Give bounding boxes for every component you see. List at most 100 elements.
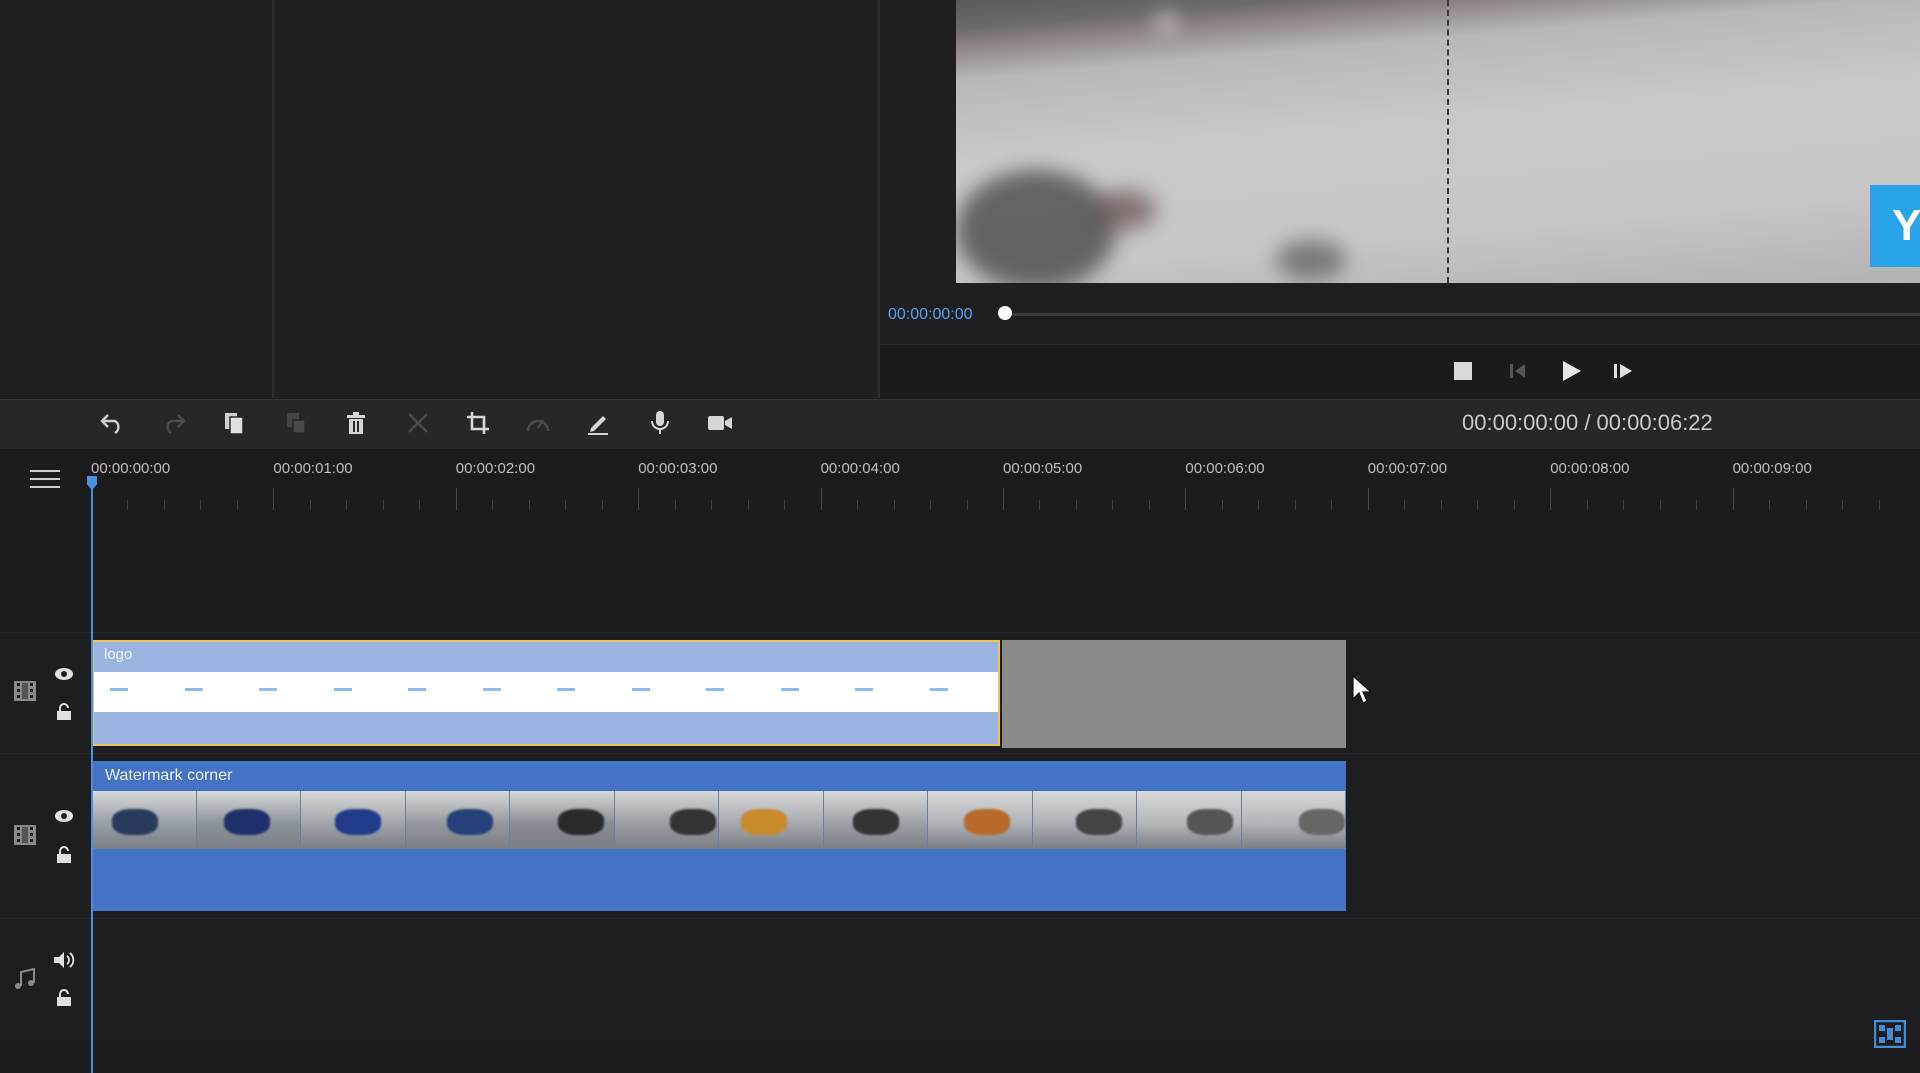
logo-thumbnail [929, 688, 948, 691]
ruler-minor-tick [1842, 500, 1844, 510]
video-thumbnail [196, 791, 301, 849]
record-webcam-button[interactable] [702, 405, 738, 441]
track-menu-button[interactable] [30, 468, 60, 490]
video-thumbnail [823, 791, 928, 849]
unlock-icon [57, 703, 71, 720]
video-thumbnail [614, 791, 719, 849]
ruler-minor-tick [1586, 500, 1588, 510]
logo-thumbnail [855, 688, 873, 691]
ruler-tick-label: 00:00:00:00 [91, 460, 171, 477]
kart-shape [446, 809, 493, 835]
video-thumbnail [510, 791, 615, 849]
unlock-icon [57, 989, 71, 1006]
mouse-cursor [1352, 674, 1373, 705]
video-clip[interactable]: Watermark corner [92, 761, 1346, 911]
play-button[interactable] [1556, 356, 1586, 386]
ruler-major-tick [455, 488, 457, 510]
logo-thumbnail [333, 688, 352, 691]
ruler-major-tick [1367, 488, 1369, 510]
ruler-minor-tick [1769, 500, 1771, 510]
media-browser-panel [274, 0, 880, 398]
unlock-icon [57, 846, 71, 863]
split-button[interactable] [400, 405, 436, 441]
kart-shape [112, 809, 158, 835]
video-thumbnail [1137, 791, 1242, 849]
next-frame-button[interactable] [1608, 356, 1638, 386]
logo-clip-thumbnails [94, 672, 998, 712]
video-track-icon [12, 678, 38, 704]
ruler-tick-label: 00:00:02:00 [455, 460, 536, 477]
track-mute-toggle[interactable] [52, 950, 76, 970]
track-visibility-toggle[interactable] [52, 806, 76, 826]
timeline-empty-area [0, 519, 1920, 631]
speed-button[interactable] [520, 405, 556, 441]
video-thumbnail [405, 791, 510, 849]
ruler-major-tick [1003, 488, 1004, 510]
ruler-minor-tick [382, 500, 384, 510]
zoom-to-fit-button[interactable] [1873, 1019, 1907, 1049]
music-note-icon [15, 967, 35, 989]
edit-button[interactable] [580, 405, 616, 441]
delete-button[interactable] [338, 405, 374, 441]
logo-thumbnail [706, 688, 724, 691]
track-lock-toggle[interactable] [52, 845, 76, 865]
logo-clip[interactable]: logo [92, 640, 1000, 746]
ruler-minor-tick [893, 500, 895, 510]
menu-icon [30, 470, 60, 488]
logo-thumbnail [780, 688, 799, 691]
redo-button[interactable] [156, 405, 192, 441]
cursor-icon [1352, 674, 1373, 704]
scrubber-handle[interactable] [998, 306, 1012, 320]
undo-button[interactable] [94, 405, 130, 441]
play-icon [1563, 361, 1581, 381]
speed-icon [526, 419, 550, 432]
record-voiceover-button[interactable] [642, 405, 678, 441]
track-lock-toggle[interactable] [52, 702, 76, 722]
crop-button[interactable] [460, 405, 496, 441]
clip-title: logo [104, 646, 133, 663]
ruler-major-tick [273, 488, 275, 510]
logo-thumbnail [408, 688, 426, 691]
ruler-tick-label: 00:00:04:00 [820, 460, 900, 477]
logo-thumbnail [482, 688, 501, 691]
ruler-minor-tick [857, 500, 859, 510]
ruler-minor-tick [711, 500, 713, 510]
ruler-minor-tick [1623, 500, 1625, 510]
playback-controls [880, 344, 1920, 399]
ruler-tick-label: 00:00:03:00 [638, 460, 718, 477]
audio-track [0, 918, 1920, 1041]
preview-scrubber[interactable] [1000, 313, 1920, 316]
copy-button[interactable] [216, 405, 252, 441]
ruler-minor-tick [1805, 500, 1807, 510]
video-thumbnail [1241, 791, 1346, 849]
video-thumbnail [92, 791, 197, 849]
track-visibility-toggle[interactable] [52, 664, 76, 684]
kart-shape [335, 809, 381, 835]
video-clip-thumbnails [92, 791, 1346, 849]
stop-button[interactable] [1448, 356, 1478, 386]
playhead[interactable] [91, 478, 93, 1073]
video-thumbnail [301, 791, 406, 849]
ruler-major-tick [820, 488, 822, 510]
kart-shape [852, 809, 899, 835]
track-lock-toggle[interactable] [52, 988, 76, 1008]
speaker-icon [54, 952, 75, 968]
edit-icon [588, 416, 608, 435]
ruler-minor-tick [1112, 500, 1114, 510]
ruler-minor-tick [1075, 500, 1077, 510]
eye-icon [55, 668, 73, 680]
clip-title: Watermark corner [105, 767, 233, 784]
ruler-major-tick [1732, 488, 1734, 510]
ruler-minor-tick [930, 500, 932, 510]
ruler-minor-tick [674, 500, 676, 510]
ruler-tick-label: 00:00:08:00 [1550, 460, 1630, 477]
ruler-minor-tick [1258, 500, 1260, 510]
kart-shape [669, 809, 716, 835]
fit-timeline-icon [1873, 1019, 1907, 1049]
video-thumbnail [1032, 791, 1137, 849]
ruler-minor-tick [1404, 500, 1406, 510]
kart-shape [964, 809, 1010, 835]
preview-current-time: 00:00:00:00 [888, 306, 973, 323]
prev-frame-button[interactable] [1502, 356, 1532, 386]
paste-button[interactable] [278, 405, 314, 441]
